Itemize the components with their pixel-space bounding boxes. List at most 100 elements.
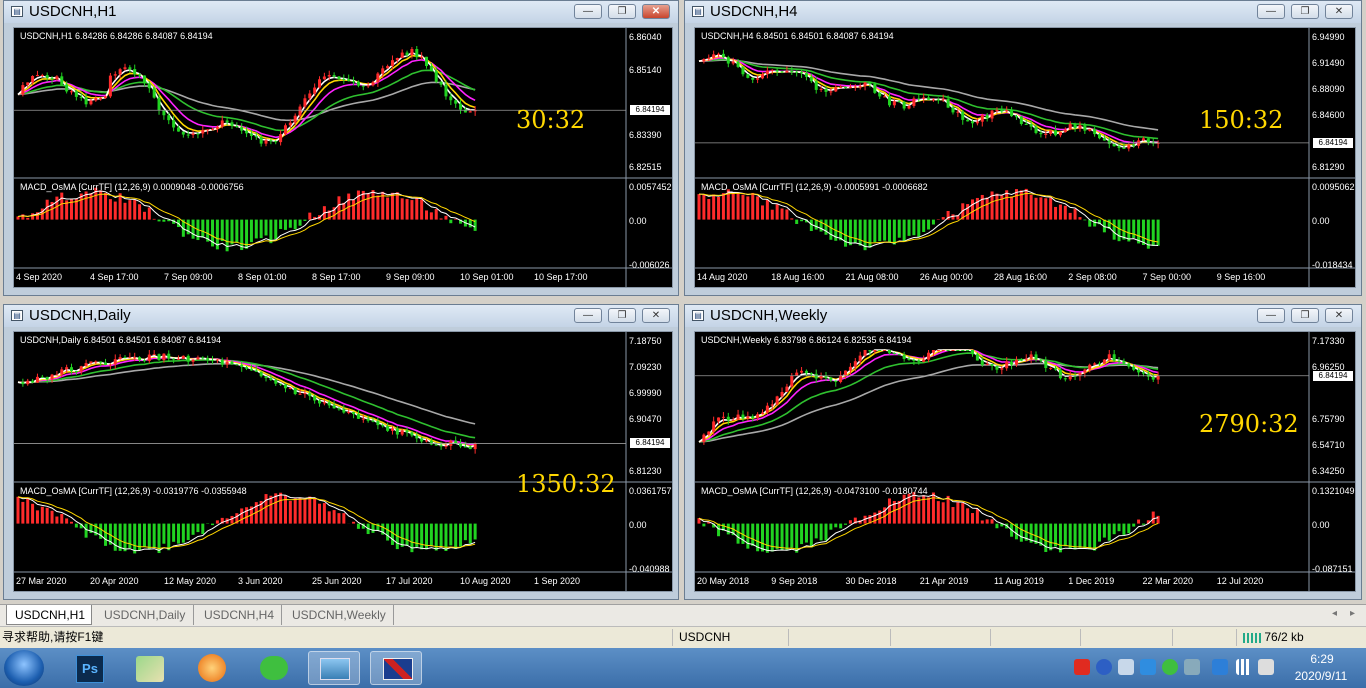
tab-usdcnh-weekly[interactable]: USDCNH,Weekly <box>284 605 394 625</box>
macd-bar <box>883 219 887 241</box>
window-titlebar[interactable]: ▤ USDCNH,Daily — ❐ ✕ <box>4 305 678 327</box>
macd-bar <box>186 523 190 541</box>
macd-bar <box>191 219 195 239</box>
maximize-button[interactable]: ❐ <box>1291 308 1319 323</box>
macd-bar <box>201 523 205 535</box>
status-help-text: 寻求帮助,请按F1键 <box>2 630 104 644</box>
candle <box>230 119 234 129</box>
minimize-button[interactable]: — <box>1257 308 1285 323</box>
macd-bar <box>1117 523 1121 532</box>
tray-wechat-icon[interactable] <box>1162 659 1178 675</box>
macd-bar <box>429 523 433 547</box>
taskbar-mt4-icon[interactable] <box>370 651 422 685</box>
status-symbol: USDCNH <box>672 629 788 646</box>
price-scale-label: 6.84600 <box>1312 110 1345 120</box>
candle <box>31 378 35 383</box>
chart-area[interactable]: USDCNH,Daily 6.84501 6.84501 6.84087 6.8… <box>13 331 673 592</box>
candle <box>751 77 755 84</box>
minimize-button[interactable]: — <box>574 4 602 19</box>
macd-bar <box>1044 198 1048 220</box>
candle <box>961 109 965 125</box>
candle <box>746 73 750 79</box>
tray-help-icon[interactable] <box>1096 659 1112 675</box>
clock-date[interactable]: 2020/9/11 <box>1286 669 1356 683</box>
candle <box>1019 115 1023 126</box>
tray-cloud-icon[interactable] <box>1140 659 1156 675</box>
tab-usdcnh-h4[interactable]: USDCNH,H4 <box>196 605 282 625</box>
tab-usdcnh-daily[interactable]: USDCNH,Daily <box>96 605 194 625</box>
macd-bar <box>279 219 283 229</box>
tray-signal-icon[interactable] <box>1236 659 1252 675</box>
tray-network-icon[interactable] <box>1118 659 1134 675</box>
candle <box>128 65 132 73</box>
chart-area[interactable]: USDCNH,H4 6.84501 6.84501 6.84087 6.8419… <box>694 27 1356 288</box>
minimize-button[interactable]: — <box>574 308 602 323</box>
macd-info: MACD_OsMA [CurrTF] (12,26,9) -0.0005991 … <box>701 182 928 192</box>
macd-scale-label: 0.00 <box>1312 215 1330 226</box>
macd-bar <box>966 508 970 524</box>
window-titlebar[interactable]: ▤ USDCNH,Weekly — ❐ ✕ <box>685 305 1361 327</box>
start-button[interactable] <box>4 650 44 686</box>
maximize-button[interactable]: ❐ <box>608 4 636 19</box>
minimize-button[interactable]: — <box>1257 4 1285 19</box>
candle <box>1049 129 1053 137</box>
macd-bar <box>775 523 779 550</box>
close-button[interactable]: ✕ <box>642 4 670 19</box>
tab-scroll-left-icon[interactable]: ◂ <box>1332 608 1337 619</box>
clock-time[interactable]: 6:29 <box>1302 652 1342 666</box>
taskbar: Ps 6:29 2020/9/11 <box>0 648 1366 688</box>
candle <box>839 371 843 384</box>
traffic-text: 76/2 kb <box>1264 630 1304 644</box>
macd-bar <box>892 219 896 245</box>
candle <box>225 357 229 369</box>
close-button[interactable]: ✕ <box>1325 4 1353 19</box>
taskbar-browser-icon[interactable] <box>186 651 238 685</box>
macd-bar <box>473 523 477 540</box>
macd-bar <box>736 192 740 220</box>
tab-usdcnh-h1[interactable]: USDCNH,H1 <box>6 605 92 625</box>
maximize-button[interactable]: ❐ <box>608 308 636 323</box>
macd-bar <box>1058 523 1062 553</box>
candle <box>128 352 132 359</box>
chart-window-weekly[interactable]: ▤ USDCNH,Weekly — ❐ ✕ USDCNH,Weekly 6.83… <box>684 304 1362 600</box>
tray-volume-icon[interactable] <box>1258 659 1274 675</box>
time-axis-label: 12 May 2020 <box>164 576 217 586</box>
macd-bar <box>118 193 122 220</box>
candle <box>152 350 156 356</box>
macd-bar <box>463 523 467 541</box>
macd-bar <box>1068 212 1072 220</box>
macd-bar <box>839 219 843 241</box>
window-titlebar[interactable]: ▤ USDCNH,H4 — ❐ ✕ <box>685 1 1361 23</box>
chart-window-h4[interactable]: ▤ USDCNH,H4 — ❐ ✕ USDCNH,H4 6.84501 6.84… <box>684 0 1362 296</box>
time-axis-label: 11 Aug 2019 <box>994 576 1044 586</box>
chart-window-daily[interactable]: ▤ USDCNH,Daily — ❐ ✕ USDCNH,Daily 6.8450… <box>3 304 679 600</box>
close-button[interactable]: ✕ <box>642 308 670 323</box>
time-axis-label: 18 Aug 16:00 <box>771 272 825 282</box>
macd-bar <box>342 202 346 220</box>
macd-bar <box>157 219 161 222</box>
macd-bar <box>1112 523 1116 535</box>
tray-sogou-icon[interactable] <box>1074 659 1090 675</box>
macd-bar <box>912 219 916 236</box>
chart-svg <box>695 28 1355 287</box>
candle <box>800 367 804 374</box>
taskbar-photoshop-icon[interactable]: Ps <box>62 651 114 685</box>
close-button[interactable]: ✕ <box>1325 308 1353 323</box>
tray-shield-icon[interactable] <box>1212 659 1228 675</box>
candle <box>990 363 994 371</box>
macd-bar <box>985 519 989 524</box>
chart-window-h1[interactable]: ▤ USDCNH,H1 — ❐ ✕ USDCNH,H1 6.84286 6.84… <box>3 0 679 296</box>
taskbar-map-icon[interactable] <box>124 651 176 685</box>
tray-keyboard-icon[interactable] <box>1184 659 1200 675</box>
taskbar-image-viewer-icon[interactable] <box>308 651 360 685</box>
tab-scroll-right-icon[interactable]: ▸ <box>1350 608 1355 619</box>
window-titlebar[interactable]: ▤ USDCNH,H1 — ❐ ✕ <box>4 1 678 23</box>
macd-scale-label: 0.00 <box>629 215 647 226</box>
chart-tabs: USDCNH,H1 USDCNH,Daily USDCNH,H4 USDCNH,… <box>0 604 1366 627</box>
taskbar-wechat-icon[interactable] <box>248 651 300 685</box>
chart-area[interactable]: USDCNH,H1 6.84286 6.84286 6.84087 6.8419… <box>13 27 673 288</box>
macd-bar <box>1010 196 1014 220</box>
bar-countdown-timer: 1350:32 <box>516 470 616 498</box>
chart-area[interactable]: USDCNH,Weekly 6.83798 6.86124 6.82535 6.… <box>694 331 1356 592</box>
maximize-button[interactable]: ❐ <box>1291 4 1319 19</box>
